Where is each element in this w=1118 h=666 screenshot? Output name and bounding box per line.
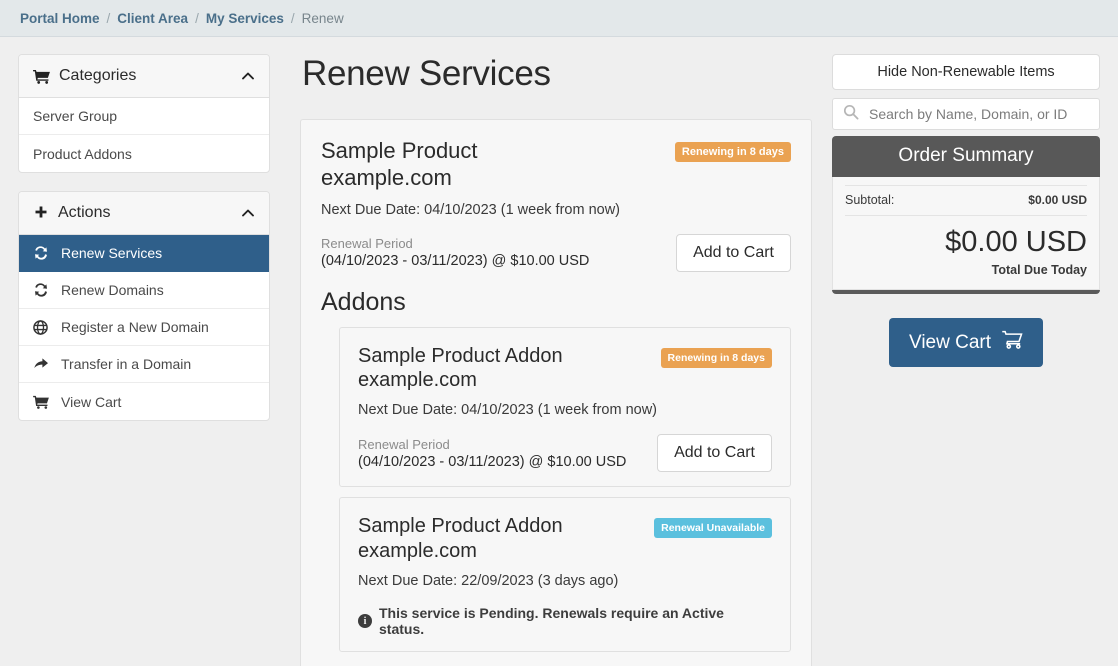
subtotal-row: Subtotal: $0.00 USD — [845, 185, 1087, 216]
breadcrumb-item-portal-home[interactable]: Portal Home — [20, 11, 100, 26]
renewal-period-value: (04/10/2023 - 03/11/2023) @ $10.00 USD — [358, 454, 657, 470]
page-title: Renew Services — [302, 54, 812, 94]
sidebar-item-label: Renew Domains — [61, 282, 164, 298]
sidebar-item-label: Server Group — [33, 108, 117, 124]
sidebar-item-renew-services[interactable]: Renew Services — [19, 235, 269, 272]
add-to-cart-button[interactable]: Add to Cart — [676, 234, 791, 272]
chevron-up-icon[interactable] — [241, 69, 255, 83]
addon-due-date: Next Due Date: 04/10/2023 (1 week from n… — [358, 402, 772, 418]
pending-note: i This service is Pending. Renewals requ… — [358, 605, 772, 637]
addon-name: Sample Product Addon — [358, 515, 563, 537]
categories-panel: Categories Server Group Product Addons — [18, 54, 270, 173]
sidebar: Categories Server Group Product Addons A… — [18, 54, 270, 666]
addon-name-block: Sample Product Addon example.com — [358, 344, 661, 393]
status-badge: Renewal Unavailable — [654, 518, 772, 538]
service-name-block: Sample Product example.com — [321, 138, 675, 192]
main-content: Renew Services Sample Product example.co… — [270, 54, 832, 666]
categories-panel-header[interactable]: Categories — [19, 55, 269, 98]
addon-name: Sample Product Addon — [358, 345, 563, 367]
arrow-share-icon — [33, 357, 53, 371]
renewal-period-label: Renewal Period — [358, 437, 657, 452]
right-sidebar: Hide Non-Renewable Items Order Summary S… — [832, 54, 1100, 666]
breadcrumb-separator: / — [291, 11, 295, 26]
sidebar-item-label: Renew Services — [61, 245, 162, 261]
pending-note-text: This service is Pending. Renewals requir… — [379, 605, 772, 637]
view-cart-label: View Cart — [909, 332, 991, 354]
categories-panel-title: Categories — [59, 67, 241, 85]
service-domain: example.com — [321, 165, 675, 192]
sidebar-item-product-addons[interactable]: Product Addons — [19, 135, 269, 172]
hide-non-renewable-items-button[interactable]: Hide Non-Renewable Items — [832, 54, 1100, 90]
globe-icon — [33, 320, 53, 335]
plus-icon — [33, 205, 49, 221]
search-icon — [843, 104, 869, 125]
addon-name-block: Sample Product Addon example.com — [358, 514, 654, 563]
sidebar-item-register-a-new-domain[interactable]: Register a New Domain — [19, 309, 269, 346]
service-due-date: Next Due Date: 04/10/2023 (1 week from n… — [321, 202, 791, 218]
search-input[interactable] — [869, 106, 1089, 122]
breadcrumb-item-renew: Renew — [302, 11, 344, 26]
refresh-icon — [33, 246, 53, 260]
actions-panel-header[interactable]: Actions — [19, 192, 269, 235]
order-summary-title: Order Summary — [832, 136, 1100, 177]
order-summary-panel: Order Summary Subtotal: $0.00 USD $0.00 … — [832, 136, 1100, 294]
sidebar-item-label: Transfer in a Domain — [61, 356, 191, 372]
service-topline: Sample Product example.com Renewing in 8… — [321, 138, 791, 192]
view-cart-button[interactable]: View Cart — [889, 318, 1043, 367]
total-label: Total Due Today — [845, 263, 1087, 277]
chevron-up-icon[interactable] — [241, 206, 255, 220]
status-badge: Renewing in 8 days — [675, 142, 791, 162]
search-box[interactable] — [832, 98, 1100, 130]
actions-panel: Actions Renew Services Renew Domains — [18, 191, 270, 421]
addon-topline: Sample Product Addon example.com Renewal… — [358, 514, 772, 563]
sidebar-item-server-group[interactable]: Server Group — [19, 98, 269, 135]
addon-domain: example.com — [358, 368, 661, 392]
addon-due-date: Next Due Date: 22/09/2023 (3 days ago) — [358, 573, 772, 589]
page-body: Categories Server Group Product Addons A… — [0, 37, 1118, 666]
cart-icon — [33, 395, 53, 409]
breadcrumb-item-client-area[interactable]: Client Area — [117, 11, 188, 26]
breadcrumb-separator: / — [195, 11, 199, 26]
refresh-icon — [33, 283, 53, 297]
info-icon: i — [358, 614, 372, 628]
service-name: Sample Product — [321, 138, 478, 163]
sidebar-item-transfer-in-a-domain[interactable]: Transfer in a Domain — [19, 346, 269, 383]
breadcrumb-item-my-services[interactable]: My Services — [206, 11, 284, 26]
view-cart-container: View Cart — [832, 318, 1100, 367]
sidebar-item-label: Product Addons — [33, 146, 132, 162]
total-amount: $0.00 USD — [845, 228, 1087, 257]
subtotal-label: Subtotal: — [845, 193, 894, 207]
cart-icon — [33, 69, 50, 84]
addon-card: Sample Product Addon example.com Renewin… — [339, 327, 791, 488]
status-badge: Renewing in 8 days — [661, 348, 772, 368]
addon-renewal-row: Renewal Period (04/10/2023 - 03/11/2023)… — [358, 434, 772, 472]
renewal-period-label: Renewal Period — [321, 236, 676, 251]
service-card: Sample Product example.com Renewing in 8… — [300, 119, 812, 666]
sidebar-item-label: View Cart — [61, 394, 121, 410]
subtotal-value: $0.00 USD — [1028, 193, 1087, 207]
actions-panel-title: Actions — [58, 204, 241, 222]
breadcrumb-separator: / — [107, 11, 111, 26]
addon-topline: Sample Product Addon example.com Renewin… — [358, 344, 772, 393]
sidebar-item-label: Register a New Domain — [61, 319, 209, 335]
sidebar-item-view-cart[interactable]: View Cart — [19, 383, 269, 420]
addon-domain: example.com — [358, 539, 654, 563]
sidebar-item-renew-domains[interactable]: Renew Domains — [19, 272, 269, 309]
order-summary-body: Subtotal: $0.00 USD $0.00 USD Total Due … — [832, 177, 1100, 290]
add-to-cart-button[interactable]: Add to Cart — [657, 434, 772, 472]
renewal-period-block: Renewal Period (04/10/2023 - 03/11/2023)… — [321, 236, 676, 269]
addon-card: Sample Product Addon example.com Renewal… — [339, 497, 791, 652]
addons-title: Addons — [321, 288, 791, 317]
service-renewal-row: Renewal Period (04/10/2023 - 03/11/2023)… — [321, 234, 791, 272]
cart-icon — [1001, 330, 1023, 355]
renewal-period-value: (04/10/2023 - 03/11/2023) @ $10.00 USD — [321, 253, 676, 269]
renewal-period-block: Renewal Period (04/10/2023 - 03/11/2023)… — [358, 437, 657, 470]
breadcrumb: Portal Home / Client Area / My Services … — [0, 0, 1118, 37]
